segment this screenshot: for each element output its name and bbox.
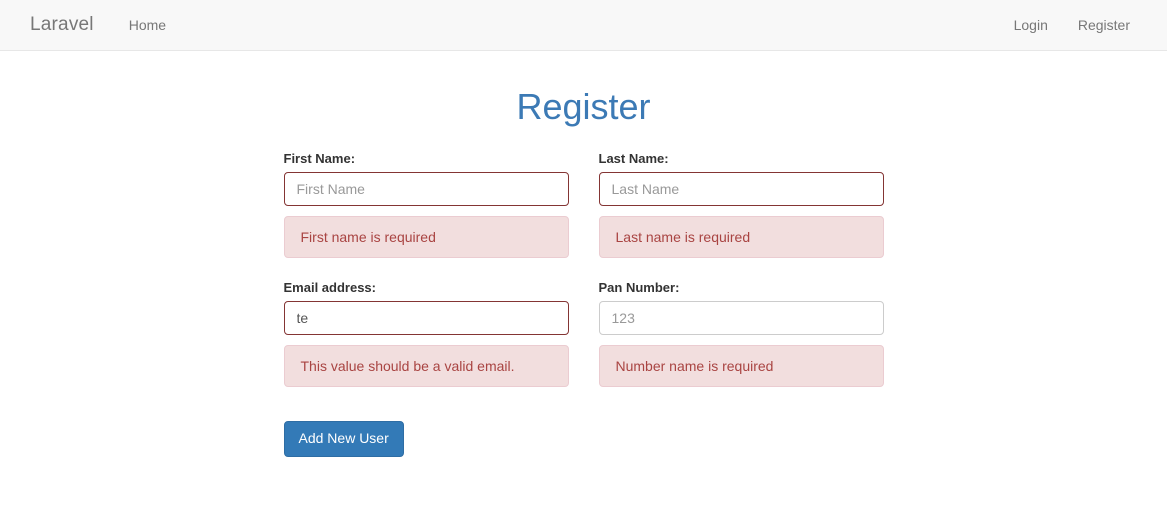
nav-link-login[interactable]: Login [999,17,1063,33]
label-pan-number: Pan Number: [598,279,680,295]
pan-number-input[interactable] [598,300,884,335]
pan-number-error-message: Number name is required [598,344,884,387]
nav-link-register[interactable]: Register [1063,17,1145,33]
label-email-address: Email address: [283,279,377,295]
form-row-email-pan: Email address: This value should be a va… [283,279,884,399]
field-group-pan-number: Pan Number: Number name is required [598,279,884,387]
email-input[interactable] [283,300,569,335]
field-group-last-name: Last Name: Last name is required [598,150,884,258]
field-group-first-name: First Name: First name is required [283,150,569,258]
brand-logo-link[interactable]: Laravel [22,14,102,36]
top-navbar: Laravel Home Login Register [0,0,1167,51]
nav-link-home[interactable]: Home [114,17,181,33]
first-name-error-message: First name is required [283,215,569,258]
navbar-left-group: Laravel Home [22,14,181,36]
last-name-error-message: Last name is required [598,215,884,258]
label-last-name: Last Name: [598,150,669,166]
register-form: First Name: First name is required Last … [283,150,884,457]
navbar-right-group: Login Register [999,17,1145,33]
form-row-names: First Name: First name is required Last … [283,150,884,270]
field-group-email: Email address: This value should be a va… [283,279,569,387]
page-title: Register [516,86,651,127]
label-first-name: First Name: [283,150,356,166]
first-name-input[interactable] [283,171,569,206]
add-new-user-button[interactable]: Add New User [283,420,404,457]
last-name-input[interactable] [598,171,884,206]
email-error-message: This value should be a valid email. [283,344,569,387]
